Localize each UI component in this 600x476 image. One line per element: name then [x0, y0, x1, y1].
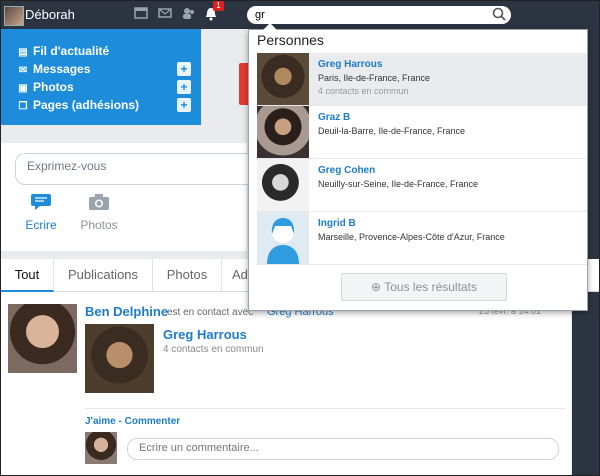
photos-button[interactable]: Photos: [79, 193, 119, 232]
add-page-button[interactable]: +: [177, 98, 191, 112]
feed-item: Ben Delphine est en contact avec Greg Ha…: [1, 292, 571, 475]
speech-bubble-icon: [21, 193, 61, 214]
menu-item-messages[interactable]: ✉ Messages: [17, 60, 91, 78]
action-text: est en contact avec: [167, 307, 254, 318]
result-name: Greg Cohen: [318, 165, 376, 176]
result-location: Marseille, Provence-Alpes-Côte d'Azur, F…: [318, 232, 505, 242]
search-box[interactable]: [247, 6, 511, 24]
tab-all[interactable]: Tout: [1, 259, 54, 292]
result-photo: [257, 159, 309, 211]
divider: [85, 408, 565, 409]
comment-placeholder: Ecrire un commentaire...: [139, 442, 259, 454]
actor-name[interactable]: Ben Delphine: [85, 304, 168, 319]
menu-item-newsfeed[interactable]: ▤ Fil d'actualité: [17, 42, 109, 60]
write-button[interactable]: Ecrire: [21, 193, 61, 232]
all-results-button[interactable]: ⊕ Tous les résultats: [341, 273, 507, 301]
tab-photos[interactable]: Photos: [153, 259, 222, 291]
result-name: Ingrid B: [318, 218, 356, 229]
app-window: Déborah 1 ▤Fil d'actualité ✉Messages +: [0, 0, 600, 476]
result-location: Neuilly-sur-Seine, Ile-de-France, France: [318, 179, 479, 189]
result-name: Greg Harrous: [318, 59, 383, 70]
username[interactable]: Déborah: [25, 7, 75, 22]
search-icon[interactable]: [492, 7, 506, 26]
menu-item-photos[interactable]: ▣ Photos: [17, 78, 73, 96]
default-avatar-icon: [257, 212, 309, 264]
search-result[interactable]: Ingrid B Marseille, Provence-Alpes-Côte …: [257, 212, 587, 265]
contact-photo[interactable]: [85, 324, 154, 393]
pages-icon: ❐: [18, 101, 28, 112]
result-common-contacts: 4 contacts en commun: [318, 86, 409, 96]
like-comment-links: J'aime - Commenter: [85, 416, 181, 427]
search-result[interactable]: Greg Cohen Neuilly-sur-Seine, Ile-de-Fra…: [257, 159, 587, 212]
dropdown-caret: [263, 23, 277, 30]
user-avatar[interactable]: [4, 6, 24, 26]
notification-badge: 1: [213, 1, 224, 11]
calendar-icon[interactable]: [133, 7, 149, 21]
messages-icon[interactable]: [157, 7, 173, 21]
menu-item-pages[interactable]: ❐ Pages (adhésions): [17, 96, 140, 114]
tab-publications[interactable]: Publications: [54, 259, 153, 291]
contact-name[interactable]: Greg Harrous: [163, 327, 247, 342]
scrollbar[interactable]: [572, 292, 599, 475]
camera-icon: [79, 193, 119, 214]
search-input[interactable]: [255, 8, 485, 22]
commenter-avatar: [85, 432, 117, 464]
search-result[interactable]: Graz B Deuil-la-Barre, Ile-de-France, Fr…: [257, 106, 587, 159]
top-bar: Déborah 1: [1, 1, 599, 29]
contact-common: 4 contacts en commun: [163, 344, 264, 355]
actor-profile-photo[interactable]: [8, 304, 77, 373]
like-link[interactable]: J'aime: [85, 416, 116, 427]
result-name: Graz B: [318, 112, 351, 123]
search-result[interactable]: Greg Harrous Paris, Ile-de-France, Franc…: [257, 53, 587, 106]
result-location: Deuil-la-Barre, Ile-de-France, France: [318, 126, 466, 136]
comment-link[interactable]: Commenter: [125, 416, 181, 427]
left-menu: ▤ Fil d'actualité ✉ Messages + ▣ Photos + ❐…: [1, 29, 201, 125]
result-location: Paris, Ile-de-France, France: [318, 73, 431, 83]
results-section-header: Personnes: [257, 32, 324, 48]
result-photo: [257, 53, 309, 105]
add-photo-button[interactable]: +: [177, 80, 191, 94]
post-composer: Exprimez-vous Ecrire Photos: [1, 143, 248, 251]
add-message-button[interactable]: +: [177, 62, 191, 76]
result-photo: [257, 106, 309, 158]
composer-placeholder: Exprimez-vous: [27, 159, 107, 173]
plus-circle-icon: ⊕: [371, 280, 382, 294]
contacts-icon[interactable]: [181, 7, 197, 21]
search-results-dropdown: Personnes Greg Harrous Paris, Ile-de-Fra…: [248, 23, 588, 311]
